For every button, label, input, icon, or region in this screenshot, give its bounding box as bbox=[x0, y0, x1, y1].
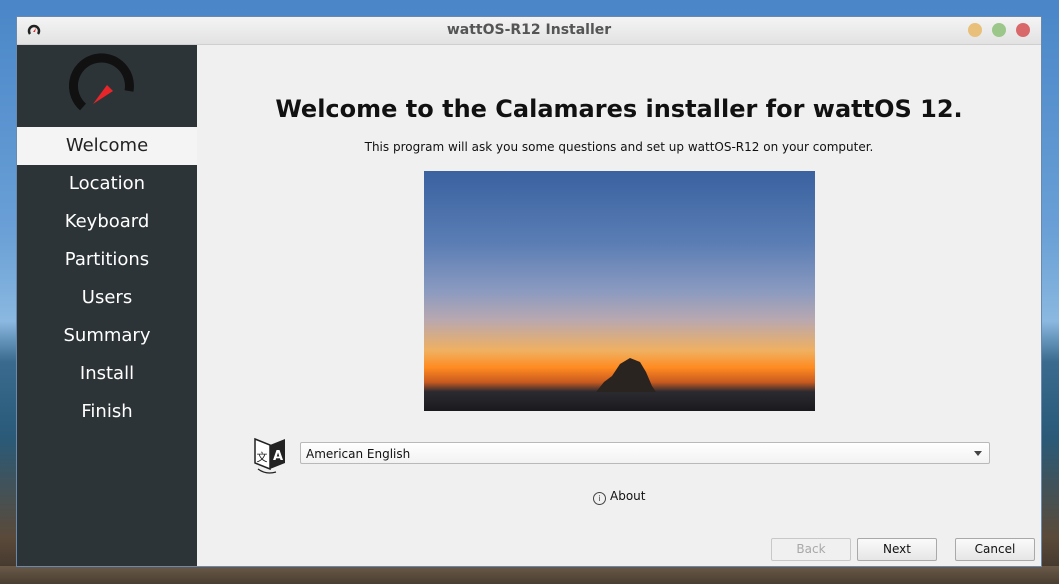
sidebar-nav: Welcome Location Keyboard Partitions Use… bbox=[17, 127, 197, 431]
svg-text:A: A bbox=[273, 449, 283, 464]
sidebar-item-location[interactable]: Location bbox=[17, 165, 197, 203]
page-title: Welcome to the Calamares installer for w… bbox=[275, 95, 963, 123]
sidebar-item-welcome[interactable]: Welcome bbox=[17, 127, 197, 165]
sidebar-item-keyboard[interactable]: Keyboard bbox=[17, 203, 197, 241]
about-label: About bbox=[610, 489, 646, 503]
back-button[interactable]: Back bbox=[771, 538, 851, 561]
installer-window: wattOS-R12 Installer Welcome Location Ke… bbox=[16, 16, 1042, 567]
language-select[interactable]: American English bbox=[300, 442, 990, 464]
welcome-image bbox=[424, 171, 815, 411]
maximize-button[interactable] bbox=[992, 23, 1006, 37]
sidebar-item-label: Users bbox=[81, 287, 133, 308]
about-button[interactable]: i About bbox=[593, 489, 645, 505]
close-button[interactable] bbox=[1016, 23, 1030, 37]
sidebar-item-label: Summary bbox=[63, 325, 151, 346]
sidebar-item-partitions[interactable]: Partitions bbox=[17, 241, 197, 279]
sidebar-item-install[interactable]: Install bbox=[17, 355, 197, 393]
sidebar-item-label: Finish bbox=[81, 401, 133, 422]
sidebar: Welcome Location Keyboard Partitions Use… bbox=[17, 45, 197, 566]
language-select-value: American English bbox=[306, 447, 411, 461]
sidebar-item-summary[interactable]: Summary bbox=[17, 317, 197, 355]
chevron-down-icon bbox=[974, 451, 982, 456]
next-button[interactable]: Next bbox=[857, 538, 937, 561]
minimize-button[interactable] bbox=[968, 23, 982, 37]
sidebar-item-label: Install bbox=[79, 363, 135, 384]
cancel-button[interactable]: Cancel bbox=[955, 538, 1035, 561]
main-panel: Welcome to the Calamares installer for w… bbox=[197, 45, 1041, 566]
info-icon: i bbox=[593, 492, 606, 505]
page-subtitle: This program will ask you some questions… bbox=[364, 140, 874, 154]
sidebar-item-label: Welcome bbox=[65, 135, 149, 156]
sidebar-item-finish[interactable]: Finish bbox=[17, 393, 197, 431]
sidebar-item-label: Partitions bbox=[64, 249, 150, 270]
language-translate-icon: 文 A bbox=[254, 437, 285, 474]
svg-text:文: 文 bbox=[257, 450, 268, 464]
sidebar-item-users[interactable]: Users bbox=[17, 279, 197, 317]
title-bar[interactable]: wattOS-R12 Installer bbox=[17, 17, 1041, 45]
desktop-wallpaper bbox=[0, 566, 1059, 584]
sea-rock-silhouette bbox=[596, 358, 656, 392]
window-title: wattOS-R12 Installer bbox=[446, 22, 612, 38]
sidebar-item-label: Keyboard bbox=[64, 211, 150, 232]
sidebar-item-label: Location bbox=[68, 173, 146, 194]
calamares-gauge-icon bbox=[69, 53, 134, 111]
